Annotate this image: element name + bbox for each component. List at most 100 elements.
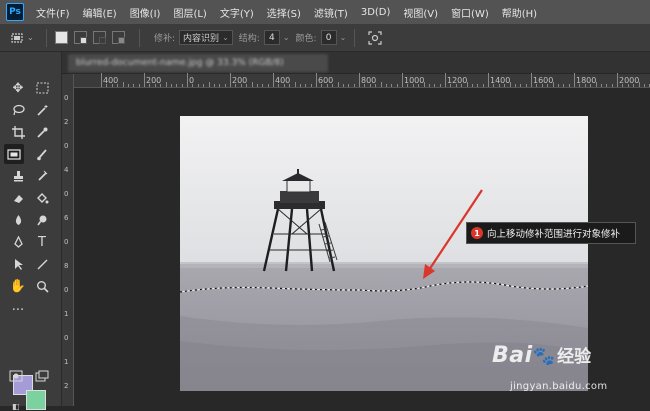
ruler-tick — [235, 84, 237, 87]
menu-edit[interactable]: 编辑(E) — [83, 5, 117, 20]
patch-tool-icon[interactable] — [4, 144, 24, 164]
hand-tool-icon[interactable]: ✋ — [8, 276, 28, 296]
tool-preset-picker[interactable]: ⌄ — [10, 31, 38, 45]
ruler-tick — [428, 84, 430, 87]
zoom-tool-icon[interactable] — [32, 276, 52, 296]
ruler-tick — [423, 82, 425, 87]
crop-tool-icon[interactable] — [8, 122, 28, 142]
mode-new-selection-button[interactable] — [55, 31, 68, 44]
menu-help[interactable]: 帮助(H) — [502, 5, 537, 20]
sample-all-layers-icon[interactable] — [367, 30, 383, 46]
ruler-tick — [600, 84, 602, 87]
annotation-number: 1 — [471, 227, 483, 239]
menu-3d[interactable]: 3D(D) — [361, 7, 391, 18]
ruler-tick — [407, 84, 409, 87]
menu-type[interactable]: 文字(Y) — [220, 5, 254, 20]
chevron-down-icon[interactable]: ⌄ — [340, 33, 347, 42]
color-input[interactable]: 0 — [320, 30, 337, 45]
ruler-tick — [514, 84, 516, 87]
ruler-tick — [240, 84, 242, 87]
clone-stamp-tool-icon[interactable] — [8, 166, 28, 186]
background-color-swatch[interactable] — [26, 390, 46, 410]
ruler-label: 800 — [361, 76, 377, 85]
ruler-tick — [262, 84, 264, 87]
paint-bucket-tool-icon[interactable] — [32, 188, 52, 208]
ruler-tick — [267, 84, 269, 87]
screen-mode-icon[interactable] — [32, 366, 52, 386]
path-selection-tool-icon[interactable] — [8, 254, 28, 274]
patch-mode-value: 内容识别 — [183, 34, 220, 44]
ruler-tick — [353, 84, 355, 87]
mode-subtract-selection-button[interactable] — [93, 31, 106, 44]
ruler-tick — [176, 84, 178, 87]
ruler-tick — [213, 84, 215, 87]
ruler-tick — [380, 82, 382, 87]
ruler-label: 0 — [64, 190, 69, 198]
ruler-tick — [396, 84, 398, 87]
ruler-label: 600 — [318, 76, 334, 85]
menu-image[interactable]: 图像(I) — [130, 5, 161, 20]
mode-intersect-selection-button[interactable] — [112, 31, 125, 44]
lasso-tool-icon[interactable] — [8, 100, 28, 120]
ruler-tick — [321, 84, 323, 87]
menu-view[interactable]: 视图(V) — [403, 5, 438, 20]
ruler-tick — [348, 84, 350, 87]
ruler-label: 0 — [64, 286, 69, 294]
ruler-tick — [160, 84, 162, 87]
ruler-tick — [482, 84, 484, 87]
ruler-label: 8 — [64, 262, 69, 270]
menu-window[interactable]: 窗口(W) — [451, 5, 489, 20]
ruler-tick — [439, 84, 441, 87]
line-tool-icon[interactable] — [32, 254, 52, 274]
marquee-tool-icon[interactable] — [32, 78, 52, 98]
divider — [139, 28, 140, 47]
ruler-tick — [375, 84, 377, 87]
ruler-tick — [557, 84, 559, 87]
blur-tool-icon[interactable] — [8, 210, 28, 230]
brush-tool-icon[interactable] — [32, 144, 52, 164]
ruler-tick — [106, 84, 108, 87]
ruler-tick — [617, 73, 618, 87]
mode-add-selection-button[interactable] — [74, 31, 87, 44]
eyedropper-tool-icon[interactable] — [32, 122, 52, 142]
menu-filter[interactable]: 滤镜(T) — [314, 5, 348, 20]
chevron-down-icon[interactable]: ⌄ — [283, 33, 290, 42]
pen-tool-icon[interactable] — [8, 232, 28, 252]
ruler-tick — [208, 82, 210, 87]
ruler-tick — [197, 84, 199, 87]
ruler-tick — [111, 84, 113, 87]
ruler-tick — [493, 84, 495, 87]
menu-file[interactable]: 文件(F) — [36, 5, 70, 20]
quick-mask-icon[interactable] — [6, 366, 26, 386]
type-tool-icon[interactable]: T — [32, 232, 52, 252]
ruler-tick — [633, 84, 635, 87]
menu-select[interactable]: 选择(S) — [267, 5, 301, 20]
eraser-tool-icon[interactable] — [8, 188, 28, 208]
menu-layer[interactable]: 图层(L) — [173, 5, 206, 20]
ruler-tick — [170, 84, 172, 87]
ruler-tick — [627, 84, 629, 87]
patch-mode-select[interactable]: 内容识别 ⌄ — [179, 30, 233, 45]
magic-wand-tool-icon[interactable] — [32, 100, 52, 120]
move-tool-icon[interactable]: ✥ — [8, 78, 28, 98]
ruler-tick — [595, 82, 597, 87]
watermark-url: jingyan.baidu.com — [510, 381, 608, 392]
ruler-tick — [590, 84, 592, 87]
structure-input[interactable]: 4 — [263, 30, 280, 45]
ruler-tick — [299, 84, 301, 87]
dodge-tool-icon[interactable] — [32, 210, 52, 230]
ruler-label: 0 — [64, 94, 69, 102]
document-tab[interactable]: blurred-document-name.jpg @ 33.3% (RGB/8… — [68, 54, 328, 72]
menu-bar: Ps 文件(F) 编辑(E) 图像(I) 图层(L) 文字(Y) 选择(S) 滤… — [0, 0, 650, 24]
ruler-tick — [310, 84, 312, 87]
structure-label: 结构: — [238, 34, 260, 44]
color-label: 颜色: — [295, 34, 317, 44]
ruler-tick — [101, 73, 102, 87]
ruler-tick — [536, 84, 538, 87]
document-tab-strip: blurred-document-name.jpg @ 33.3% (RGB/8… — [62, 52, 650, 74]
more-tools-icon[interactable]: ··· — [8, 300, 28, 320]
default-colors-icon[interactable]: ◧ — [12, 402, 20, 411]
ruler-label: 2 — [64, 118, 69, 126]
history-brush-tool-icon[interactable] — [32, 166, 52, 186]
ruler-tick — [391, 84, 393, 87]
